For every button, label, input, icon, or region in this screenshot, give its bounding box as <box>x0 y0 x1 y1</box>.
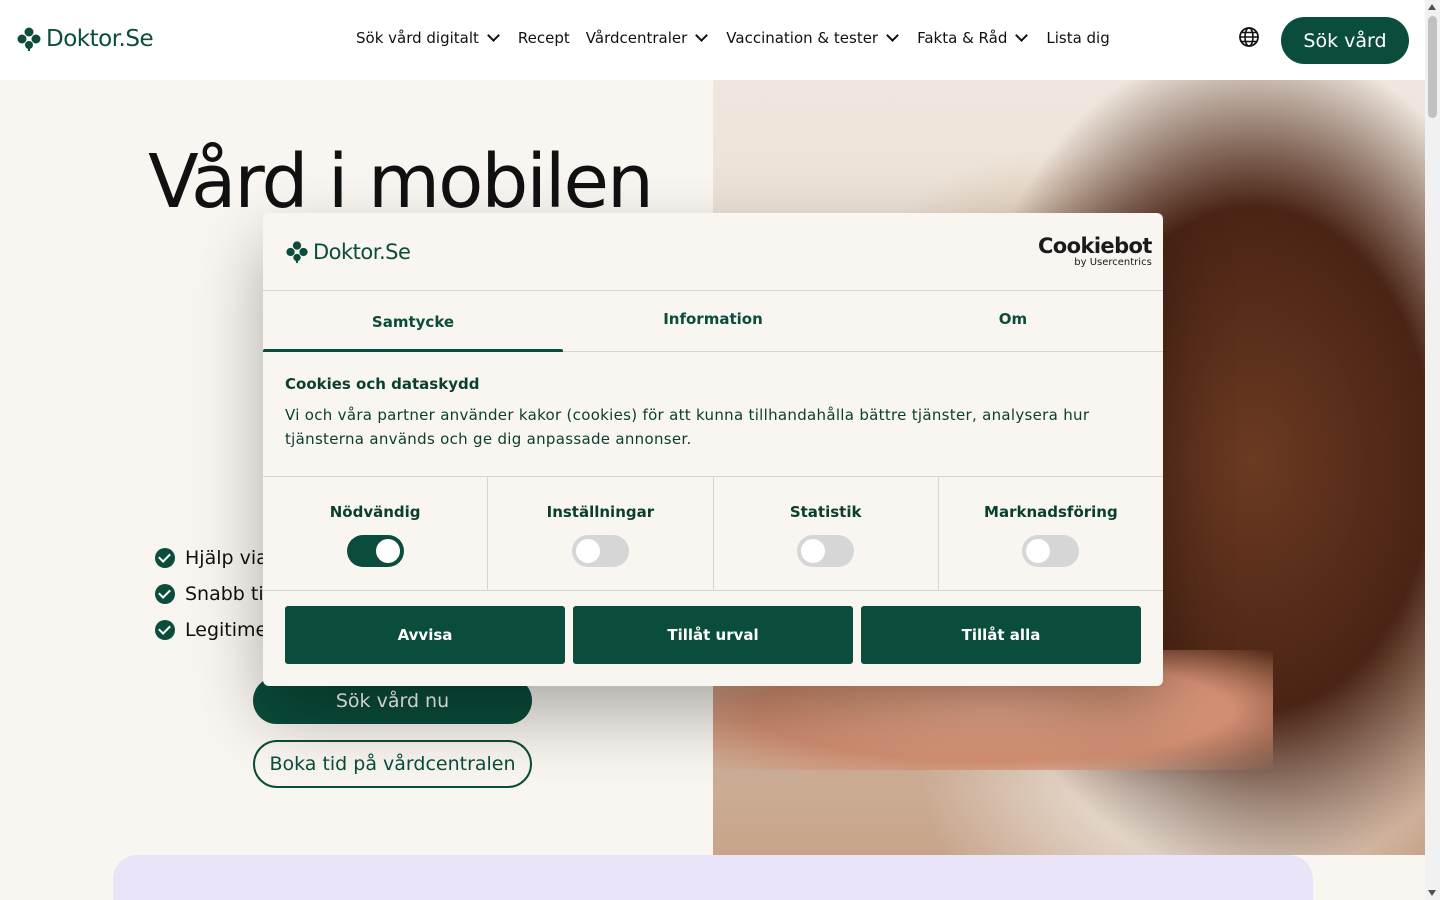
cookiebot-subtitle: by Usercentrics <box>1074 257 1152 268</box>
category-statistik: Statistik <box>714 477 939 590</box>
logo-text: Doktor.Se <box>46 26 154 52</box>
allow-all-button[interactable]: Tillåt alla <box>861 606 1141 664</box>
chevron-down-icon <box>886 29 899 42</box>
statistik-toggle[interactable] <box>797 535 855 567</box>
category-nodvandig: Nödvändig <box>263 477 489 590</box>
category-label: Marknadsföring <box>984 503 1118 521</box>
category-label: Statistik <box>789 503 862 521</box>
dialog-actions: Avvisa Tillåt urval Tillåt alla <box>285 606 1141 664</box>
reject-button[interactable]: Avvisa <box>285 606 565 664</box>
allow-selection-button[interactable]: Tillåt urval <box>573 606 853 664</box>
scrollbar-thumb[interactable] <box>1428 16 1437 118</box>
cookie-consent-dialog: Doktor.Se Cookiebot by Usercentrics Samt… <box>263 213 1163 686</box>
chevron-down-icon <box>695 29 709 42</box>
check-circle-icon <box>155 548 175 568</box>
chevron-down-icon <box>487 29 500 42</box>
tab-samtycke[interactable]: Samtycke <box>263 291 563 352</box>
nav-item-vardcentraler[interactable]: Vårdcentraler <box>586 29 711 47</box>
category-label: Inställningar <box>546 503 655 521</box>
cookie-categories: Nödvändig Inställningar Statistik Markna… <box>263 476 1163 591</box>
page-scrollbar[interactable] <box>1425 0 1440 900</box>
category-installningar: Inställningar <box>488 477 714 590</box>
nav-item-vaccination-tester[interactable]: Vaccination & tester <box>726 29 901 47</box>
nav-item-label: Vårdcentraler <box>585 29 688 47</box>
benefit-list: Hjälp via Snabb tic Legitimer <box>155 540 275 648</box>
cookiebot-name: Cookiebot <box>1038 234 1152 258</box>
nav-item-sok-vard-digitalt[interactable]: Sök vård digitalt <box>356 29 502 47</box>
installningar-toggle[interactable] <box>571 535 629 567</box>
scroll-up-arrow-icon[interactable] <box>1428 4 1436 10</box>
nav-item-label: Sök vård digitalt <box>356 29 479 47</box>
marknadsforing-toggle[interactable] <box>1022 535 1080 567</box>
check-circle-icon <box>155 584 175 604</box>
dialog-body: Cookies och dataskydd Vi och våra partne… <box>285 375 1145 451</box>
logo-text: Doktor.Se <box>313 240 411 264</box>
boka-tid-button[interactable]: Boka tid på vårdcentralen <box>253 740 532 788</box>
site-header: Doktor.Se Sök vård digitalt Recept Vårdc… <box>0 0 1425 80</box>
list-item-label: Hjälp via <box>185 547 268 569</box>
sok-vard-button[interactable]: Sök vård <box>1281 17 1409 64</box>
list-item: Legitimer <box>155 612 275 648</box>
nav-item-fakta-rad[interactable]: Fakta & Råd <box>917 29 1030 47</box>
dialog-tabs: Samtycke Information Om <box>263 290 1163 352</box>
category-marknadsforing: Marknadsföring <box>939 477 1163 590</box>
stats-panel <box>113 855 1313 900</box>
nav-item-label: Recept <box>517 29 570 47</box>
nav-item-label: Lista dig <box>1046 29 1110 47</box>
list-item: Snabb tic <box>155 576 275 612</box>
list-item-label: Snabb tic <box>185 583 275 605</box>
chevron-down-icon <box>1015 29 1029 42</box>
nav-item-lista-dig[interactable]: Lista dig <box>1046 29 1109 47</box>
list-item-label: Legitimer <box>185 619 276 641</box>
clover-logo-icon <box>286 241 308 264</box>
cookiebot-logo[interactable]: Cookiebot by Usercentrics <box>1038 235 1152 268</box>
nav-item-label: Vaccination & tester <box>726 29 879 47</box>
list-item: Hjälp via <box>155 540 275 576</box>
clover-logo-icon <box>17 27 41 51</box>
tab-om[interactable]: Om <box>863 291 1163 351</box>
globe-icon[interactable] <box>1238 26 1260 48</box>
site-logo[interactable]: Doktor.Se <box>16 26 154 52</box>
nodvandig-toggle[interactable] <box>346 535 404 567</box>
dialog-text: Vi och våra partner använder kakor (cook… <box>285 406 1090 448</box>
dialog-heading: Cookies och dataskydd <box>285 375 480 393</box>
tab-information[interactable]: Information <box>563 291 863 351</box>
nav-item-label: Fakta & Råd <box>917 29 1008 47</box>
category-label: Nödvändig <box>329 503 421 521</box>
check-circle-icon <box>155 620 175 640</box>
scroll-down-arrow-icon[interactable] <box>1428 890 1436 896</box>
nav-item-recept[interactable]: Recept <box>518 29 570 47</box>
dialog-logo: Doktor.Se <box>285 240 411 264</box>
main-nav: Sök vård digitalt Recept Vårdcentraler V… <box>356 29 1110 47</box>
